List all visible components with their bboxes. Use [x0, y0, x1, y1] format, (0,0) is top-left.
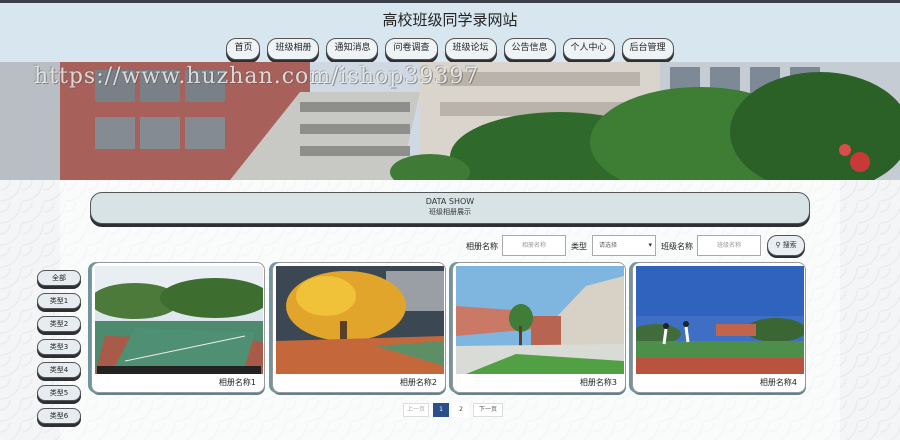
banner-image: https://www.huzhan.com/ishop39397	[0, 62, 900, 180]
watermark-text: https://www.huzhan.com/ishop39397	[34, 64, 480, 89]
category-sidebar: 全部 类型1 类型2 类型3 类型4 类型5 类型6	[37, 270, 81, 431]
nav-notifications[interactable]: 通知消息	[326, 38, 379, 60]
category-type6[interactable]: 类型6	[37, 408, 81, 424]
nav-class-forum[interactable]: 班级论坛	[444, 38, 497, 60]
album-card-title: 相册名称3	[579, 378, 617, 387]
category-all[interactable]: 全部	[37, 270, 81, 286]
album-card-title: 相册名称1	[218, 378, 256, 387]
section-header: DATA SHOW 班级相册展示	[90, 192, 810, 224]
type-select-value: 请选择	[599, 242, 618, 249]
section-title-cn: 班级相册展示	[429, 208, 471, 216]
category-type1[interactable]: 类型1	[37, 293, 81, 309]
nav-announcements[interactable]: 公告信息	[503, 38, 556, 60]
site-title: 高校班级同学录网站	[382, 11, 518, 29]
prev-page-button[interactable]: 上一页	[403, 403, 429, 417]
type-label: 类型	[571, 242, 587, 251]
search-button-label: 搜索	[782, 241, 797, 249]
album-card[interactable]: 相册名称2	[272, 262, 446, 393]
nav-home[interactable]: 首页	[226, 38, 261, 60]
class-name-label: 班级名称	[661, 242, 693, 251]
album-card[interactable]: 相册名称4	[632, 262, 806, 393]
album-name-input[interactable]: 相册名称	[502, 235, 566, 256]
class-name-input[interactable]: 班级名称	[697, 235, 761, 256]
album-card-title: 相册名称2	[399, 378, 437, 387]
album-card-title: 相册名称4	[759, 378, 797, 387]
album-photo-basketball-court	[95, 266, 263, 374]
pagination: 上一页 1 2 下一页	[403, 403, 503, 417]
nav-class-album[interactable]: 班级相册	[267, 38, 320, 60]
nav-survey[interactable]: 问卷调查	[385, 38, 438, 60]
category-type2[interactable]: 类型2	[37, 316, 81, 332]
album-photo-runners	[636, 266, 804, 374]
album-card[interactable]: 相册名称3	[452, 262, 626, 393]
page-2-button[interactable]: 2	[453, 403, 469, 417]
album-name-label: 相册名称	[466, 242, 498, 251]
section-title-en: DATA SHOW	[425, 197, 475, 206]
type-select[interactable]: 请选择 ▾	[592, 235, 656, 256]
chevron-down-icon: ▾	[648, 241, 652, 249]
album-card[interactable]: 相册名称1	[91, 262, 265, 393]
nav-admin[interactable]: 后台管理	[621, 38, 674, 60]
nav-user-center[interactable]: 个人中心	[562, 38, 615, 60]
top-bar: 高校班级同学录网站 首页 班级相册 通知消息 问卷调查 班级论坛 公告信息 个人…	[0, 0, 900, 62]
search-icon: ⚲	[775, 241, 781, 249]
next-page-button[interactable]: 下一页	[473, 403, 503, 417]
category-type3[interactable]: 类型3	[37, 339, 81, 355]
album-photo-autumn-tree	[276, 266, 444, 374]
category-type4[interactable]: 类型4	[37, 362, 81, 378]
main-nav: 首页 班级相册 通知消息 问卷调查 班级论坛 公告信息 个人中心 后台管理	[0, 38, 900, 60]
category-type5[interactable]: 类型5	[37, 385, 81, 401]
page-1-button[interactable]: 1	[433, 403, 449, 417]
search-button[interactable]: ⚲ 搜索	[767, 235, 805, 256]
album-photo-campus-building	[456, 266, 624, 374]
